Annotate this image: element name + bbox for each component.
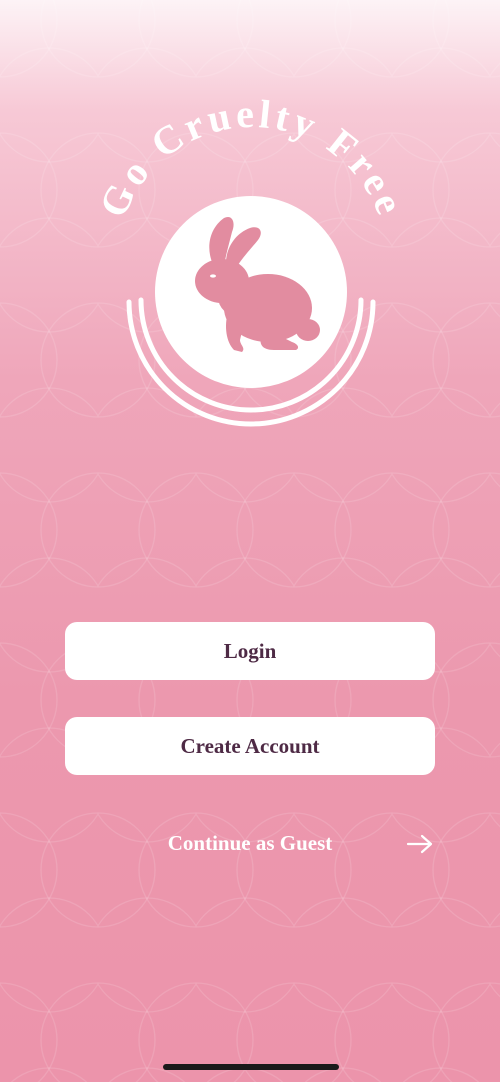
- arrow-right-icon: [406, 834, 433, 854]
- login-button[interactable]: Login: [65, 622, 435, 680]
- create-account-button[interactable]: Create Account: [65, 717, 435, 775]
- welcome-screen: Go Cruelty Free Login Create Account Con…: [0, 0, 500, 1082]
- home-indicator[interactable]: [163, 1064, 339, 1070]
- rabbit-eye: [210, 274, 216, 278]
- login-label: Login: [223, 638, 277, 663]
- brand-logo: Go Cruelty Free: [90, 91, 410, 427]
- continue-as-guest-link[interactable]: Continue as Guest: [0, 822, 500, 866]
- create-account-label: Create Account: [180, 733, 320, 758]
